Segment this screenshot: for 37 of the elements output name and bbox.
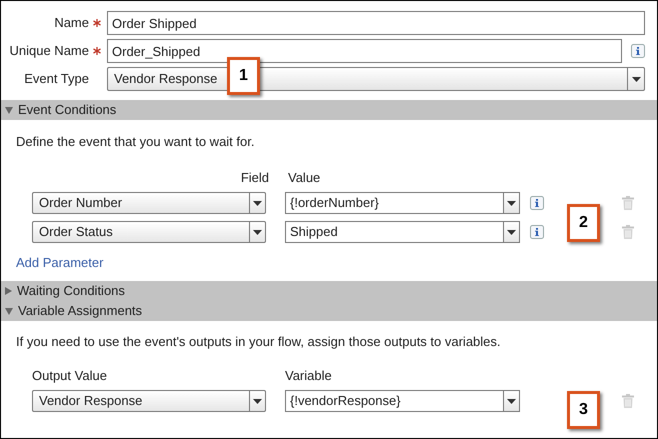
dropdown[interactable]: Order Status xyxy=(32,221,266,243)
callout-badge: 1 xyxy=(227,57,260,95)
callout-badge: 2 xyxy=(567,204,600,242)
collapse-icon xyxy=(5,106,13,114)
info-icon[interactable] xyxy=(530,196,544,210)
text-input[interactable]: Order Shipped xyxy=(107,11,645,35)
text-input[interactable]: Order_Shipped xyxy=(107,39,622,63)
info-icon[interactable] xyxy=(631,44,645,58)
column-header: Output Value xyxy=(32,368,107,383)
section-header[interactable]: Variable Assignments xyxy=(1,301,657,321)
add-parameter-link[interactable]: Add Parameter xyxy=(16,255,104,271)
dropdown[interactable]: Order Number xyxy=(32,192,266,214)
field-label: Unique Name xyxy=(10,43,89,59)
caret-icon xyxy=(507,398,516,404)
callout-badge: 3 xyxy=(567,391,600,429)
section-header[interactable]: Event Conditions xyxy=(1,100,657,120)
collapse-icon xyxy=(5,308,13,314)
description-text: If you need to use the event's outputs in your flow, assign those outputs to variables. xyxy=(16,334,502,350)
column-header: Variable xyxy=(285,368,332,383)
description-text: Define the event that you want to wait for. xyxy=(16,134,256,150)
combo-box[interactable]: {!orderNumber} xyxy=(285,192,520,214)
caret-icon xyxy=(253,230,262,234)
info-icon[interactable] xyxy=(530,225,544,239)
combo-box[interactable]: {!vendorResponse} xyxy=(285,390,520,412)
caret-icon xyxy=(253,398,262,404)
combo-box[interactable]: Shipped xyxy=(285,221,520,243)
column-header: Field xyxy=(240,170,269,186)
field-label: Name xyxy=(54,15,89,31)
caret-icon xyxy=(507,230,516,234)
caret-icon xyxy=(253,200,262,206)
dropdown[interactable]: Vendor Response xyxy=(32,390,266,412)
field-label: Event Type xyxy=(24,71,89,87)
section-header[interactable]: Waiting Conditions xyxy=(1,281,657,301)
expand-icon xyxy=(5,287,12,295)
column-header: Value xyxy=(288,170,320,185)
caret-icon xyxy=(507,200,516,206)
caret-icon xyxy=(632,76,640,82)
